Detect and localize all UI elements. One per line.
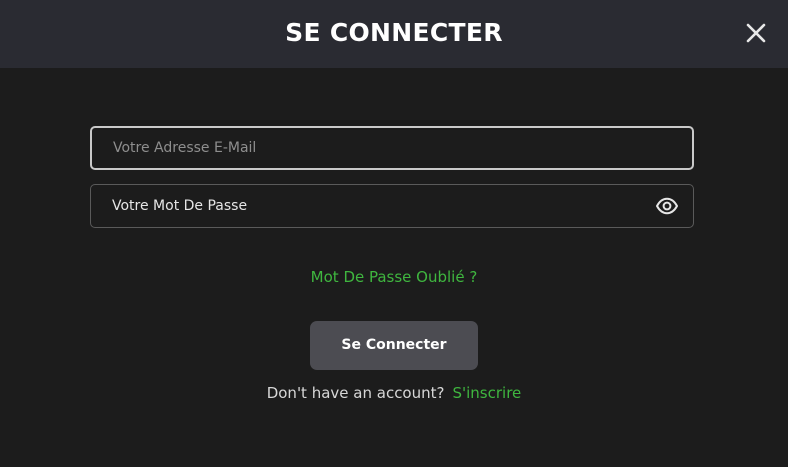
modal-title: SE CONNECTER xyxy=(285,18,503,47)
password-field-wrapper xyxy=(90,184,694,228)
email-field-wrapper xyxy=(90,126,694,170)
modal-header: SE CONNECTER xyxy=(0,0,788,68)
login-button[interactable]: Se Connecter xyxy=(310,321,478,370)
forgot-password-link[interactable]: Mot De Passe Oublié ? xyxy=(0,268,788,286)
email-input[interactable] xyxy=(92,128,692,168)
signup-row: Don't have an account? S'inscrire xyxy=(0,384,788,402)
close-button[interactable] xyxy=(741,18,771,48)
close-icon xyxy=(746,23,766,43)
password-input[interactable] xyxy=(91,185,693,227)
toggle-password-visibility-button[interactable] xyxy=(655,194,679,218)
signup-link[interactable]: S'inscrire xyxy=(452,384,521,402)
eye-icon xyxy=(656,197,678,215)
login-modal: SE CONNECTER Mot De Passe Oublié ? Se Co… xyxy=(0,0,788,467)
signup-prompt-text: Don't have an account? xyxy=(266,384,445,402)
